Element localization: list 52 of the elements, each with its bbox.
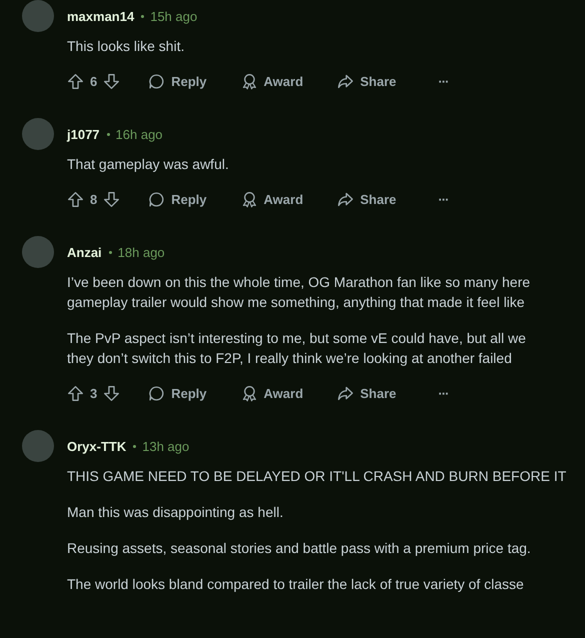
- more-button[interactable]: ···: [438, 386, 448, 400]
- separator-dot: [141, 14, 144, 18]
- award-icon[interactable]: [240, 384, 258, 402]
- comment-text: THIS GAME NEED TO BE DELAYED OR IT'LL CRASH AND BURN BEFORE IT: [67, 467, 568, 486]
- share-button[interactable]: Share: [337, 384, 396, 402]
- username[interactable]: Anzai: [67, 244, 102, 260]
- separator-dot: [106, 132, 110, 136]
- timestamp: 18h ago: [118, 244, 165, 260]
- award-button[interactable]: Award: [240, 190, 304, 208]
- share-button[interactable]: Share: [337, 190, 396, 208]
- username[interactable]: Oryx-TTK: [67, 438, 126, 454]
- comment-text: Man this was disappointing as hell.: [67, 503, 284, 522]
- comment-text: Reusing assets, seasonal stories and battle pass with a premium price tag.: [67, 539, 532, 558]
- vote-count: 6: [90, 74, 98, 88]
- timestamp: 13h ago: [142, 438, 190, 454]
- share-icon[interactable]: [337, 190, 354, 208]
- share-button[interactable]: Share: [337, 72, 396, 90]
- vote-count: 3: [90, 386, 98, 400]
- comment-text: gameplay trailer would show me something, anything that made it feel like: [67, 293, 526, 312]
- share-icon[interactable]: [337, 384, 354, 402]
- username[interactable]: maxman14: [67, 8, 134, 24]
- downvote-icon[interactable]: [103, 190, 120, 208]
- comment-text: they don’t switch this to F2P, I really think we’re looking at another failed: [67, 349, 513, 368]
- upvote-icon[interactable]: [67, 72, 84, 90]
- timestamp: 16h ago: [116, 126, 163, 142]
- more-button[interactable]: ···: [438, 192, 448, 206]
- award-icon[interactable]: [240, 190, 258, 208]
- upvote-icon[interactable]: [67, 384, 84, 402]
- reply-button[interactable]: Reply: [148, 190, 207, 208]
- share-icon[interactable]: [337, 72, 354, 90]
- upvote-icon[interactable]: [67, 190, 84, 208]
- speech-bubble-icon[interactable]: [148, 190, 166, 208]
- comment-text: The world looks bland compared to trailer the lack of true variety of classe: [67, 575, 525, 594]
- separator-dot: [133, 444, 136, 448]
- comment-text: I’ve been down on this the whole time, OG Marathon fan like so many here: [67, 273, 532, 292]
- separator-dot: [108, 250, 112, 254]
- speech-bubble-icon[interactable]: [148, 72, 166, 90]
- speech-bubble-icon[interactable]: [148, 384, 166, 402]
- comment-text: That gameplay was awful.: [67, 155, 230, 174]
- comment-text: The PvP aspect isn’t interesting to me, but some vE could have, but all we: [67, 329, 527, 348]
- vote-count: 8: [90, 192, 98, 206]
- reply-button[interactable]: Reply: [148, 72, 207, 90]
- award-icon[interactable]: [240, 72, 258, 90]
- award-button[interactable]: Award: [240, 384, 304, 402]
- username[interactable]: j1077: [67, 126, 100, 142]
- reply-button[interactable]: Reply: [148, 384, 207, 402]
- downvote-icon[interactable]: [103, 72, 120, 90]
- comment-text: This looks like shit.: [67, 37, 186, 56]
- downvote-icon[interactable]: [103, 384, 120, 402]
- more-button[interactable]: ···: [438, 74, 448, 88]
- award-button[interactable]: Award: [240, 72, 304, 90]
- timestamp: 15h ago: [150, 8, 198, 24]
